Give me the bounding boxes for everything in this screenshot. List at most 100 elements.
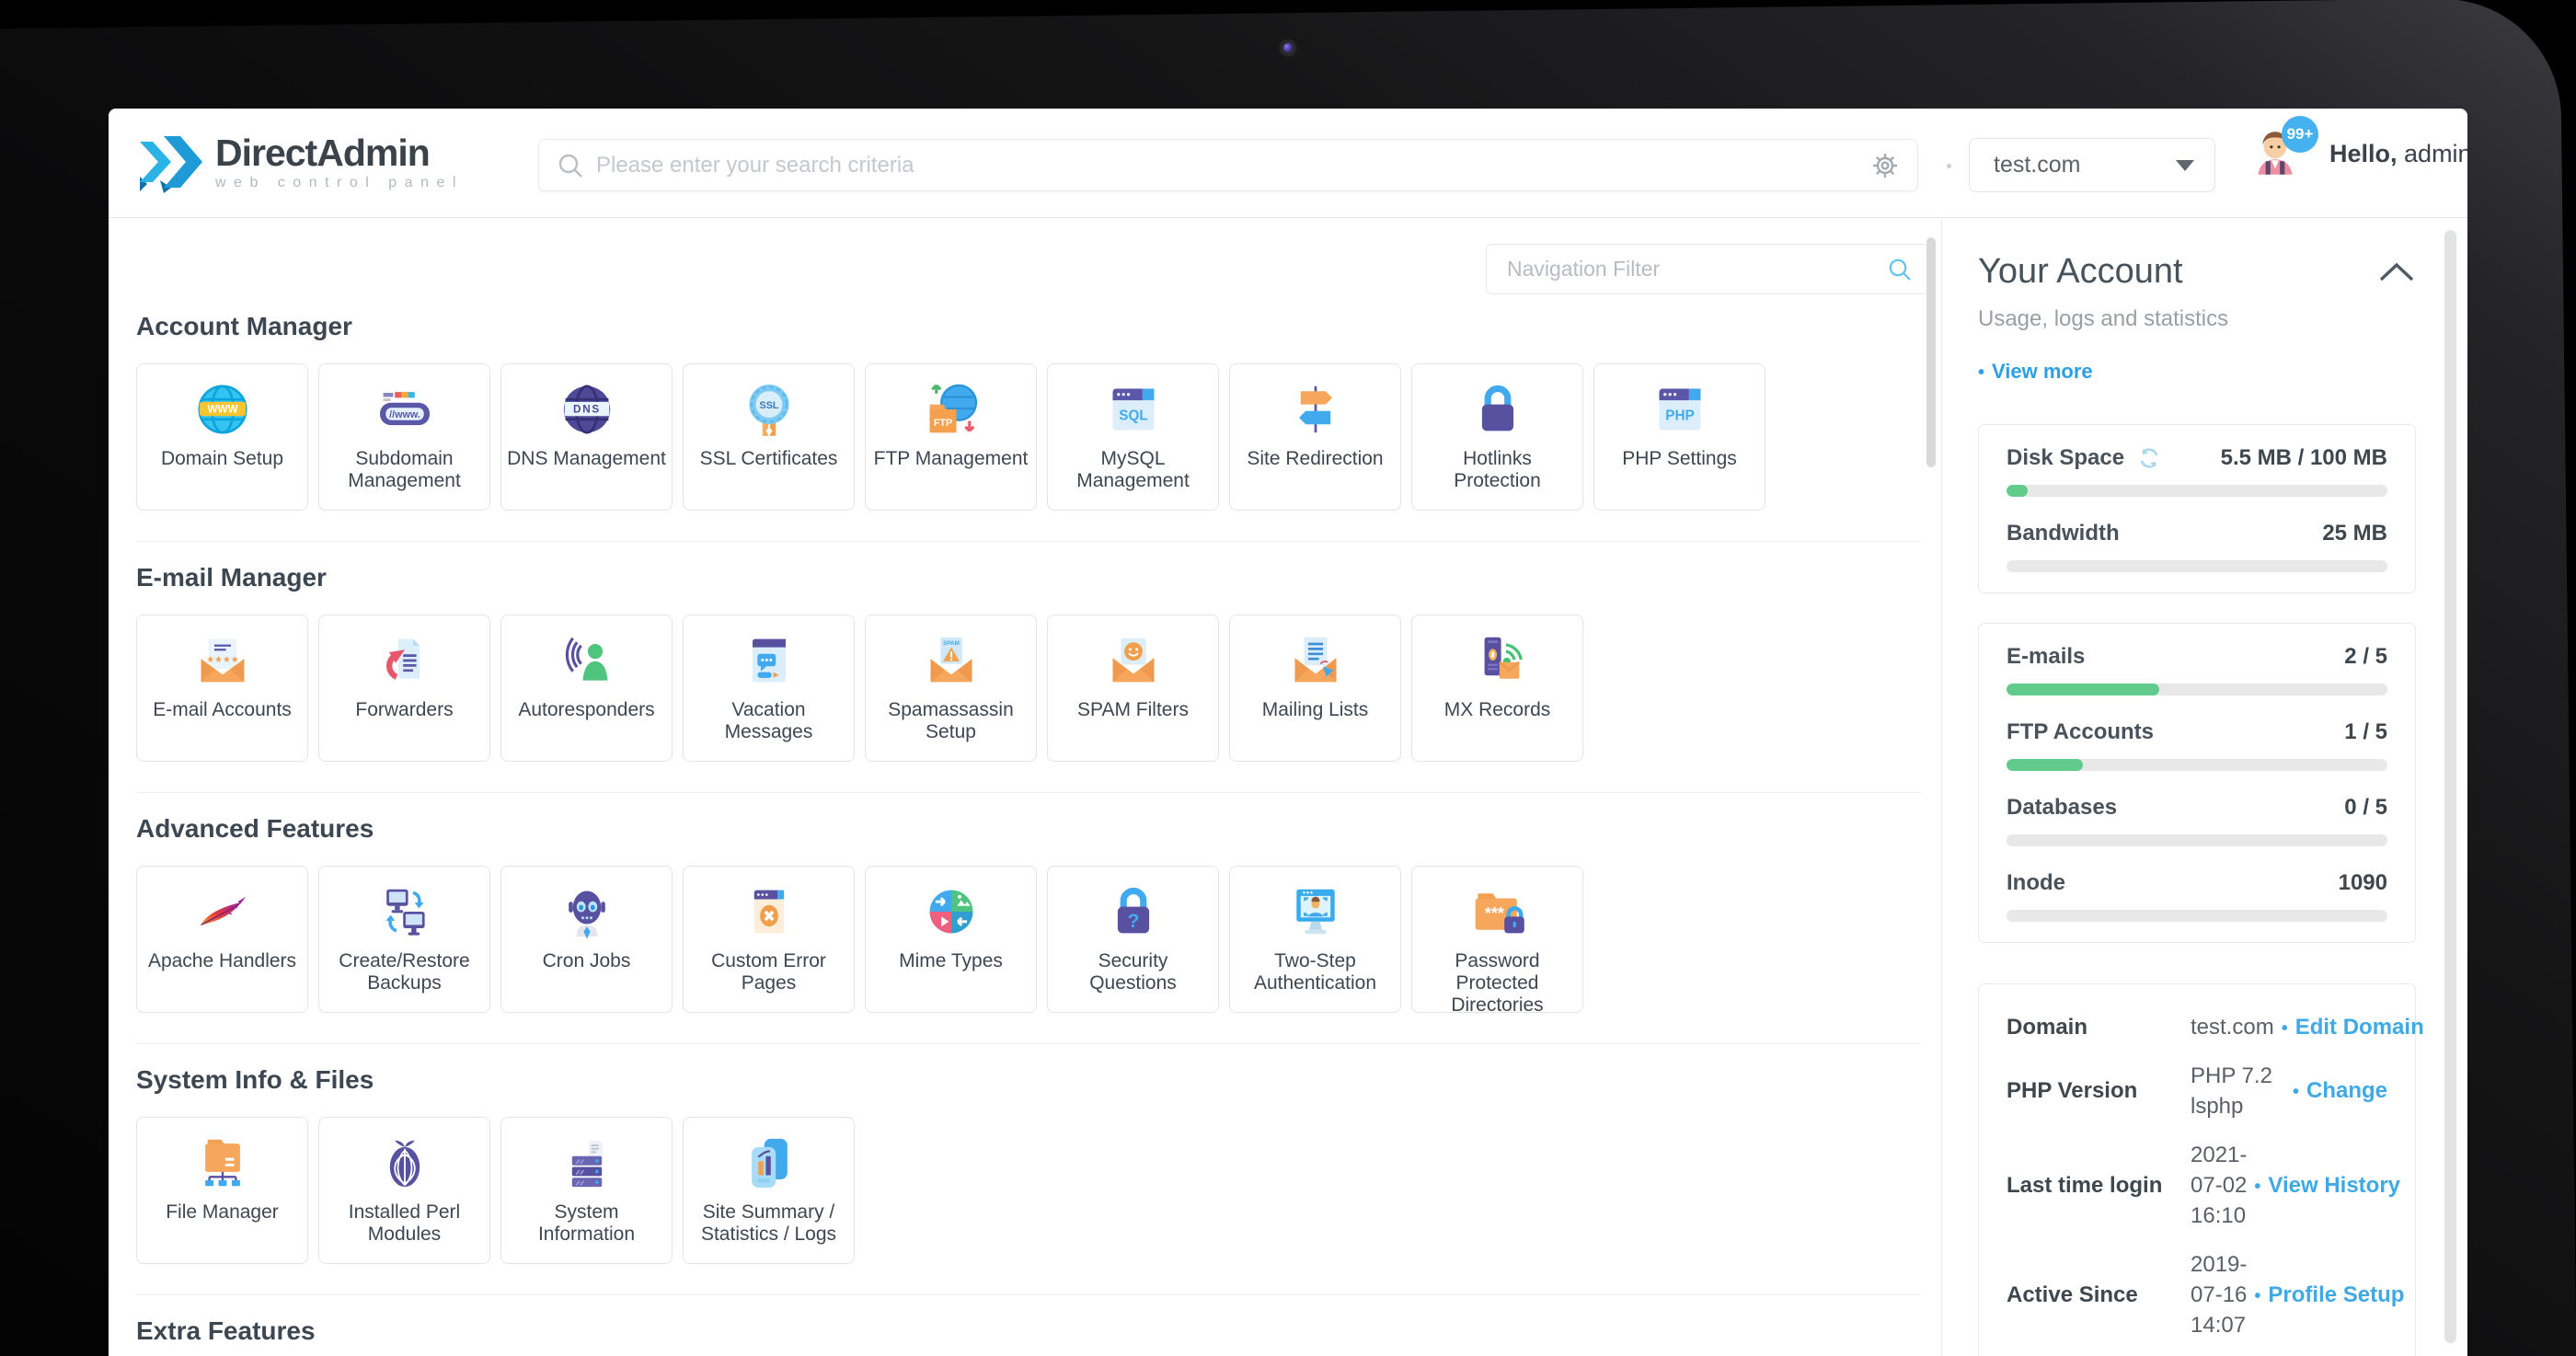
link-view-history[interactable]: • View History <box>2254 1173 2400 1199</box>
sidebar-scrollbar[interactable] <box>2444 230 2456 1343</box>
domain-row-php-version: PHP Version PHP 7.2 lsphp • Change <box>2007 1061 2387 1121</box>
section-title: Advanced Features <box>136 814 374 843</box>
feature-card-ftp-management[interactable]: FTP FTP Management <box>865 363 1037 511</box>
navigation-filter-input[interactable] <box>1507 257 1888 282</box>
domain-row-last-time-login: Last time login 2021-07-02 16:10 • View His… <box>2007 1140 2400 1231</box>
usage-value: 1090 <box>2338 870 2387 895</box>
navigation-filter <box>1486 244 1929 294</box>
domain-selector-value: test.com <box>1994 152 2081 178</box>
bullet-icon: • <box>2281 1017 2288 1039</box>
tablet-camera <box>1278 38 1298 58</box>
domain-row-label: PHP Version <box>2007 1078 2138 1103</box>
feature-card-security-questions[interactable]: ? Security Questions <box>1047 866 1219 1013</box>
stats-cards-icon <box>751 1138 788 1188</box>
chat-window-icon <box>752 638 786 683</box>
feature-card-installed-perl-modules[interactable]: Installed Perl Modules <box>318 1117 490 1264</box>
feature-card-label: Site Summary / Statistics / Logs <box>700 1201 837 1245</box>
usage-label: Disk Space <box>2007 445 2125 470</box>
feature-card-file-manager[interactable]: File Manager <box>136 1117 308 1264</box>
usage-value: 0 / 5 <box>2344 795 2387 820</box>
feature-card-hotlinks-protection[interactable]: Hotlinks Protection <box>1411 363 1583 511</box>
feature-cards-row: File Manager Installed Perl Modules System… <box>136 1117 1921 1264</box>
usage-row-databases: Databases 0 / 5 <box>2007 795 2387 846</box>
refresh-icon[interactable] <box>2137 446 2161 470</box>
feature-card-spamassassin-setup[interactable]: SPAM Spamassassin Setup <box>865 615 1037 762</box>
feature-card-system-information[interactable]: System Information <box>500 1117 673 1264</box>
feature-card-vacation-messages[interactable]: Vacation Messages <box>683 615 855 762</box>
view-more-link[interactable]: • View more <box>1978 360 2416 384</box>
user-greeting: Hello, admin <box>2329 140 2467 168</box>
filter-search-icon[interactable] <box>1888 258 1912 282</box>
feature-card-label: SPAM Filters <box>1077 699 1189 720</box>
feature-card-site-redirection[interactable]: Site Redirection <box>1229 363 1401 511</box>
svg-text:★★★★: ★★★★ <box>206 655 239 665</box>
link-change[interactable]: • Change <box>2293 1078 2387 1104</box>
header-separator-dot <box>1947 164 1951 168</box>
gear-icon[interactable] <box>1871 152 1899 179</box>
forward-arrow-icon <box>385 638 420 680</box>
domain-row-label: Active Since <box>2007 1281 2138 1307</box>
feature-card-label: Two-Step Authentication <box>1253 950 1377 994</box>
feature-card-password-protected-directories[interactable]: *** Password Protected Directories <box>1411 866 1583 1016</box>
usage-value: 5.5 MB / 100 MB <box>2220 445 2387 470</box>
usage-card-limits: E-mails 2 / 5 FTP Accounts 1 / 5 Databases 0 … <box>1978 623 2416 943</box>
feature-card-mailing-lists[interactable]: Mailing Lists <box>1229 615 1401 762</box>
feature-card-cron-jobs[interactable]: Cron Jobs <box>500 866 673 1013</box>
feature-card-site-summary-statistics-logs[interactable]: Site Summary / Statistics / Logs <box>683 1117 855 1264</box>
feature-card-mx-records[interactable]: MX Records <box>1411 615 1583 762</box>
section-e-mail-manager: E-mail Manager ★★★★ E-mail Accounts Forward… <box>136 541 1921 792</box>
chevron-up-icon[interactable] <box>2377 261 2416 283</box>
section-title: System Info & Files <box>136 1065 374 1094</box>
avatar[interactable]: 99+ <box>2247 116 2318 182</box>
your-account-subtitle: Usage, logs and statistics <box>1978 306 2229 331</box>
bullet-icon: • <box>2292 1082 2299 1102</box>
usage-progress-bar <box>2007 910 2387 922</box>
feature-card-apache-handlers[interactable]: Apache Handlers <box>136 866 308 1013</box>
svg-text:SQL: SQL <box>1119 408 1147 424</box>
feature-card-domain-setup[interactable]: WWW Domain Setup <box>136 363 308 511</box>
your-account-header[interactable]: Your Account <box>1978 252 2416 292</box>
feature-card-spam-filters[interactable]: SPAM Filters <box>1047 615 1219 762</box>
logo-subtitle: web control panel <box>215 174 464 190</box>
feature-card-php-settings[interactable]: PHP PHP Settings <box>1593 363 1765 511</box>
main-scrollbar[interactable] <box>1926 237 1936 467</box>
feature-card-mysql-management[interactable]: SQL MySQL Management <box>1047 363 1219 511</box>
search-input[interactable] <box>596 152 1871 178</box>
usage-label: E-mails <box>2007 644 2086 669</box>
feature-card-mime-types[interactable]: Mime Types <box>865 866 1037 1013</box>
link-edit-domain[interactable]: • Edit Domain <box>2282 1015 2424 1040</box>
domain-row-label: Last time login <box>2007 1172 2163 1198</box>
feature-card-label: Vacation Messages <box>724 699 813 742</box>
spam-warning-envelope-icon: SPAM <box>930 637 972 683</box>
section-system-info-files: System Info & Files File Manager Installed… <box>136 1043 1921 1294</box>
feature-card-create-restore-backups[interactable]: Create/Restore Backups <box>318 866 490 1013</box>
link-label: Edit Domain <box>2294 1014 2424 1040</box>
signpost-icon <box>1298 385 1332 433</box>
directadmin-logo[interactable]: DirectAdmin web control panel <box>138 131 464 193</box>
user-menu[interactable]: 99+ Hello, admin <box>2247 116 2467 182</box>
feature-card-subdomain-management[interactable]: //www. Subdomain Management <box>318 363 490 511</box>
feature-card-custom-error-pages[interactable]: Custom Error Pages <box>683 866 855 1013</box>
feature-card-ssl-certificates[interactable]: SSL SSL Certificates <box>683 363 855 511</box>
feature-card-dns-management[interactable]: DNS DNS Management <box>500 363 673 511</box>
error-window-icon <box>753 890 784 934</box>
notification-badge[interactable]: 99+ <box>2282 116 2318 153</box>
globe-www-icon: WWW <box>198 385 247 434</box>
svg-text://www.: //www. <box>389 409 420 420</box>
feature-card-label: System Information <box>537 1201 636 1245</box>
feature-card-forwarders[interactable]: Forwarders <box>318 615 490 762</box>
question-lock-icon: ? <box>1117 887 1149 934</box>
section-title: Extra Features <box>136 1316 316 1345</box>
feature-card-two-step-authentication[interactable]: Two-Step Authentication <box>1229 866 1401 1013</box>
usage-value: 2 / 5 <box>2344 644 2387 669</box>
link-profile-setup[interactable]: • Profile Setup <box>2254 1282 2404 1308</box>
domain-selector[interactable]: test.com <box>1969 138 2215 192</box>
ftp-folder-icon: FTP <box>929 384 977 433</box>
sidebar: Your Account Usage, logs and statistics … <box>1942 219 2467 1356</box>
section-account-manager: Account Manager WWW Domain Setup //www. Subd… <box>136 311 1921 541</box>
svg-text:WWW: WWW <box>207 404 238 416</box>
feature-card-autoresponders[interactable]: Autoresponders <box>500 615 673 762</box>
feature-card-label: Mailing Lists <box>1261 699 1369 720</box>
domain-row-active-since: Active Since 2019-07-16 14:07 • Profile Set… <box>2007 1249 2404 1340</box>
feature-card-e-mail-accounts[interactable]: ★★★★ E-mail Accounts <box>136 615 308 762</box>
